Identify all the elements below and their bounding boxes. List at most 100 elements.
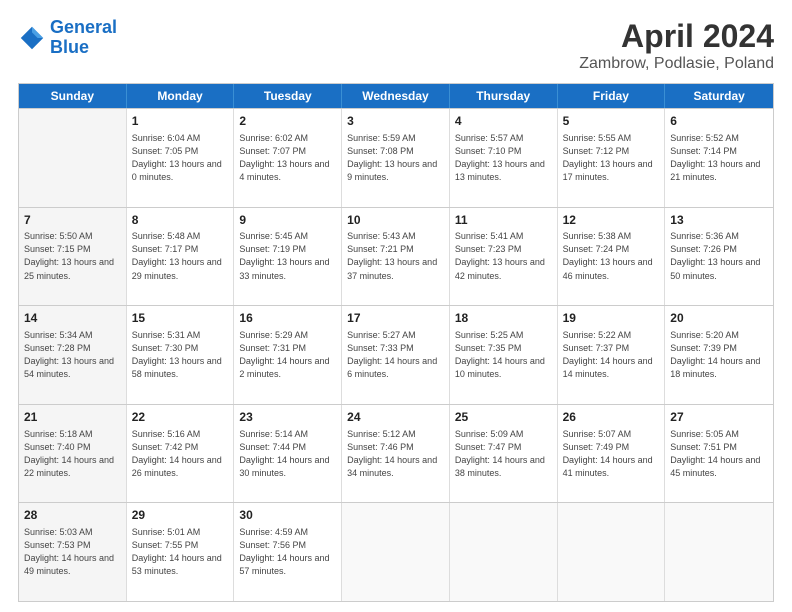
calendar: SundayMondayTuesdayWednesdayThursdayFrid… (18, 83, 774, 602)
cell-info: Sunrise: 5:20 AMSunset: 7:39 PMDaylight:… (670, 329, 768, 381)
cell-info: Sunrise: 5:01 AMSunset: 7:55 PMDaylight:… (132, 526, 229, 578)
day-number: 16 (239, 310, 336, 327)
cal-cell: 19 Sunrise: 5:22 AMSunset: 7:37 PMDayligh… (558, 306, 666, 404)
cal-week-4: 28 Sunrise: 5:03 AMSunset: 7:53 PMDayligh… (19, 502, 773, 601)
cal-cell (342, 503, 450, 601)
day-number: 21 (24, 409, 121, 426)
cell-info: Sunrise: 5:59 AMSunset: 7:08 PMDaylight:… (347, 132, 444, 184)
main-title: April 2024 (579, 18, 774, 55)
cal-cell: 29 Sunrise: 5:01 AMSunset: 7:55 PMDayligh… (127, 503, 235, 601)
day-number: 22 (132, 409, 229, 426)
cal-cell (19, 109, 127, 207)
cal-cell: 17Sunrise: 5:27 AMSunset: 7:33 PMDayligh… (342, 306, 450, 404)
cal-cell: 6 Sunrise: 5:52 AMSunset: 7:14 PMDaylight… (665, 109, 773, 207)
cal-cell: 23 Sunrise: 5:14 AMSunset: 7:44 PMDayligh… (234, 405, 342, 503)
cell-info: Sunrise: 5:14 AMSunset: 7:44 PMDaylight:… (239, 428, 336, 480)
cell-info: Sunrise: 5:41 AMSunset: 7:23 PMDaylight:… (455, 230, 552, 282)
cell-info: Sunrise: 5:34 AMSunset: 7:28 PMDaylight:… (24, 329, 121, 381)
cell-info: Sunrise: 5:12 AMSunset: 7:46 PMDaylight:… (347, 428, 444, 480)
day-number: 20 (670, 310, 768, 327)
header-day-monday: Monday (127, 84, 235, 108)
cell-info: Sunrise: 6:04 AMSunset: 7:05 PMDaylight:… (132, 132, 229, 184)
day-number: 2 (239, 113, 336, 130)
logo-text: General Blue (50, 18, 117, 58)
cal-cell: 26 Sunrise: 5:07 AMSunset: 7:49 PMDayligh… (558, 405, 666, 503)
cal-cell: 8Sunrise: 5:48 AMSunset: 7:17 PMDaylight… (127, 208, 235, 306)
cal-week-1: 7Sunrise: 5:50 AMSunset: 7:15 PMDaylight… (19, 207, 773, 306)
day-number: 5 (563, 113, 660, 130)
cal-week-2: 14 Sunrise: 5:34 AMSunset: 7:28 PMDayligh… (19, 305, 773, 404)
logo: General Blue (18, 18, 117, 58)
day-number: 24 (347, 409, 444, 426)
cal-cell: 10Sunrise: 5:43 AMSunset: 7:21 PMDayligh… (342, 208, 450, 306)
cal-cell (558, 503, 666, 601)
subtitle: Zambrow, Podlasie, Poland (579, 55, 774, 73)
cal-cell: 21 Sunrise: 5:18 AMSunset: 7:40 PMDayligh… (19, 405, 127, 503)
day-number: 28 (24, 507, 121, 524)
cal-cell: 18 Sunrise: 5:25 AMSunset: 7:35 PMDayligh… (450, 306, 558, 404)
title-block: April 2024 Zambrow, Podlasie, Poland (579, 18, 774, 73)
cal-cell: 20 Sunrise: 5:20 AMSunset: 7:39 PMDayligh… (665, 306, 773, 404)
header-day-saturday: Saturday (665, 84, 773, 108)
cal-cell: 24 Sunrise: 5:12 AMSunset: 7:46 PMDayligh… (342, 405, 450, 503)
cell-info: Sunrise: 5:48 AMSunset: 7:17 PMDaylight:… (132, 230, 229, 282)
cal-cell: 12Sunrise: 5:38 AMSunset: 7:24 PMDayligh… (558, 208, 666, 306)
cal-cell (450, 503, 558, 601)
day-number: 30 (239, 507, 336, 524)
logo-line2: Blue (50, 37, 89, 57)
cell-info: Sunrise: 5:52 AMSunset: 7:14 PMDaylight:… (670, 132, 768, 184)
header-day-friday: Friday (558, 84, 666, 108)
cal-cell: 14 Sunrise: 5:34 AMSunset: 7:28 PMDayligh… (19, 306, 127, 404)
cell-info: Sunrise: 5:45 AMSunset: 7:19 PMDaylight:… (239, 230, 336, 282)
cal-cell: 27 Sunrise: 5:05 AMSunset: 7:51 PMDayligh… (665, 405, 773, 503)
day-number: 25 (455, 409, 552, 426)
day-number: 19 (563, 310, 660, 327)
cell-info: Sunrise: 5:31 AMSunset: 7:30 PMDaylight:… (132, 329, 229, 381)
cal-cell: 7Sunrise: 5:50 AMSunset: 7:15 PMDaylight… (19, 208, 127, 306)
cell-info: Sunrise: 5:55 AMSunset: 7:12 PMDaylight:… (563, 132, 660, 184)
cell-info: Sunrise: 5:07 AMSunset: 7:49 PMDaylight:… (563, 428, 660, 480)
cell-info: Sunrise: 5:22 AMSunset: 7:37 PMDaylight:… (563, 329, 660, 381)
day-number: 27 (670, 409, 768, 426)
day-number: 12 (563, 212, 660, 229)
cell-info: Sunrise: 5:03 AMSunset: 7:53 PMDaylight:… (24, 526, 121, 578)
day-number: 6 (670, 113, 768, 130)
day-number: 3 (347, 113, 444, 130)
cell-info: Sunrise: 5:36 AMSunset: 7:26 PMDaylight:… (670, 230, 768, 282)
day-number: 29 (132, 507, 229, 524)
cell-info: Sunrise: 6:02 AMSunset: 7:07 PMDaylight:… (239, 132, 336, 184)
header-day-sunday: Sunday (19, 84, 127, 108)
day-number: 18 (455, 310, 552, 327)
cal-cell: 4Sunrise: 5:57 AMSunset: 7:10 PMDaylight… (450, 109, 558, 207)
cal-cell: 11Sunrise: 5:41 AMSunset: 7:23 PMDayligh… (450, 208, 558, 306)
calendar-header: SundayMondayTuesdayWednesdayThursdayFrid… (19, 84, 773, 108)
header-day-tuesday: Tuesday (234, 84, 342, 108)
cal-cell: 13Sunrise: 5:36 AMSunset: 7:26 PMDayligh… (665, 208, 773, 306)
day-number: 17 (347, 310, 444, 327)
cell-info: Sunrise: 5:09 AMSunset: 7:47 PMDaylight:… (455, 428, 552, 480)
cell-info: Sunrise: 5:18 AMSunset: 7:40 PMDaylight:… (24, 428, 121, 480)
page: General Blue April 2024 Zambrow, Podlasi… (0, 0, 792, 612)
day-number: 10 (347, 212, 444, 229)
cal-cell: 22Sunrise: 5:16 AMSunset: 7:42 PMDayligh… (127, 405, 235, 503)
logo-line1: General (50, 17, 117, 37)
cell-info: Sunrise: 4:59 AMSunset: 7:56 PMDaylight:… (239, 526, 336, 578)
cal-cell: 1Sunrise: 6:04 AMSunset: 7:05 PMDaylight… (127, 109, 235, 207)
cell-info: Sunrise: 5:25 AMSunset: 7:35 PMDaylight:… (455, 329, 552, 381)
day-number: 9 (239, 212, 336, 229)
day-number: 14 (24, 310, 121, 327)
day-number: 8 (132, 212, 229, 229)
cal-week-3: 21 Sunrise: 5:18 AMSunset: 7:40 PMDayligh… (19, 404, 773, 503)
calendar-body: 1Sunrise: 6:04 AMSunset: 7:05 PMDaylight… (19, 108, 773, 601)
cal-cell (665, 503, 773, 601)
day-number: 13 (670, 212, 768, 229)
cal-cell: 3 Sunrise: 5:59 AMSunset: 7:08 PMDaylight… (342, 109, 450, 207)
cell-info: Sunrise: 5:38 AMSunset: 7:24 PMDaylight:… (563, 230, 660, 282)
day-number: 23 (239, 409, 336, 426)
day-number: 11 (455, 212, 552, 229)
cal-cell: 15Sunrise: 5:31 AMSunset: 7:30 PMDayligh… (127, 306, 235, 404)
cal-cell: 5 Sunrise: 5:55 AMSunset: 7:12 PMDaylight… (558, 109, 666, 207)
day-number: 26 (563, 409, 660, 426)
header-day-thursday: Thursday (450, 84, 558, 108)
cell-info: Sunrise: 5:05 AMSunset: 7:51 PMDaylight:… (670, 428, 768, 480)
